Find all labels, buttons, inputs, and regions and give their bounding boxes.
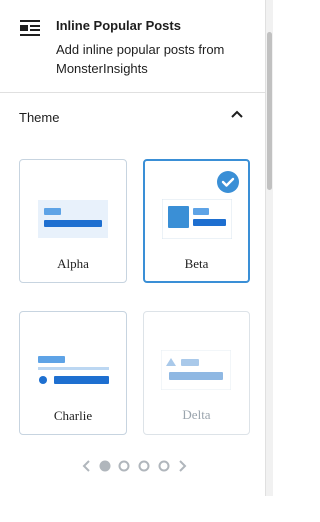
check-icon — [217, 171, 239, 193]
alpha-preview — [38, 200, 108, 238]
chevron-up-icon[interactable] — [230, 109, 244, 119]
theme-label-alpha: Alpha — [57, 256, 89, 271]
charlie-preview — [38, 356, 109, 384]
beta-preview — [162, 199, 232, 239]
block-settings-panel: Inline Popular Posts Add inline popular … — [0, 0, 266, 496]
page-dot-1[interactable] — [99, 460, 111, 472]
scrollbar-thumb[interactable] — [267, 32, 272, 190]
page-dot-3[interactable] — [138, 460, 150, 472]
block-info-card: Inline Popular Posts Add inline popular … — [0, 0, 266, 93]
delta-preview — [161, 350, 231, 390]
block-description: Add inline popular posts from MonsterIns… — [56, 42, 225, 76]
section-title: Theme — [19, 110, 60, 125]
theme-option-delta[interactable]: Delta — [143, 311, 250, 435]
page-dot-2[interactable] — [118, 460, 130, 472]
theme-label-beta: Beta — [184, 256, 209, 271]
theme-option-charlie[interactable]: Charlie — [19, 311, 127, 435]
theme-panel-toggle[interactable]: Theme — [0, 94, 266, 140]
theme-label-delta: Delta — [182, 407, 211, 422]
page-dot-4[interactable] — [158, 460, 170, 472]
list-layout-icon — [20, 20, 40, 36]
theme-pagination — [0, 457, 266, 475]
theme-label-charlie: Charlie — [53, 408, 93, 423]
block-title: Inline Popular Posts — [56, 18, 181, 33]
theme-option-beta[interactable]: Beta — [143, 159, 250, 283]
scrollbar[interactable] — [266, 0, 273, 496]
theme-option-alpha[interactable]: Alpha — [19, 159, 127, 283]
chevron-right-icon[interactable] — [177, 459, 187, 473]
chevron-left-icon[interactable] — [82, 459, 92, 473]
